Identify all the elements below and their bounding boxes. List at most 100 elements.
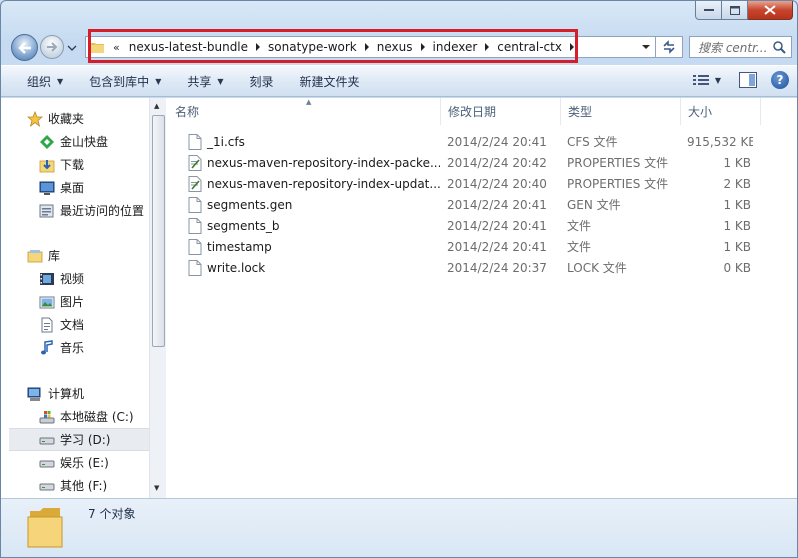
crumb-sonatype-work[interactable]: sonatype-work [264,40,361,54]
sidebar-item-drive-d[interactable]: 学习 (D:) [9,428,149,451]
computer-icon [27,386,43,402]
search-icon[interactable] [773,41,786,54]
crumb-nexus[interactable]: nexus [373,40,417,54]
sidebar-item-label: 文档 [60,318,85,332]
sidebar-item-drive-f[interactable]: 其他 (F:) [9,474,149,497]
search-input[interactable]: 搜索 centr... [689,36,792,58]
sidebar-item-kuaipan[interactable]: 金山快盘 [9,130,149,153]
close-button[interactable] [748,1,793,20]
file-row[interactable]: timestamp 2014/2/24 20:41 文件 1 KB [166,236,791,257]
file-rows: _1i.cfs 2014/2/24 20:41 CFS 文件 915,532 K… [166,131,791,278]
sidebar-item-favorites[interactable]: 收藏夹 [9,107,149,130]
crumb-separator-icon[interactable] [252,43,264,51]
file-row[interactable]: segments_b 2014/2/24 20:41 文件 1 KB [166,215,791,236]
address-dropdown-icon[interactable] [641,42,651,52]
sidebar-item-libraries[interactable]: 库 [9,244,149,267]
libraries-group: 库 视频 图片 文档 音乐 [9,244,149,359]
folder-icon [27,508,63,548]
share-button[interactable]: 共享 ▼ [171,65,233,97]
drive-icon [39,432,55,448]
crumb-separator-icon[interactable] [566,43,578,51]
crumb-nexus-latest-bundle[interactable]: nexus-latest-bundle [125,40,252,54]
navigation-pane: 收藏夹 金山快盘 下载 桌面 最近访问的位置 库 视频 图片 文档 音乐 计算机… [9,98,149,498]
search-placeholder: 搜索 centr... [698,40,768,55]
sidebar-item-drive-e[interactable]: 娱乐 (E:) [9,451,149,474]
sidebar-item-label: 桌面 [60,181,85,195]
file-size: 1 KB [723,155,751,170]
column-header-type[interactable]: 类型 [561,98,681,125]
organize-button[interactable]: 组织 ▼ [1,65,73,97]
sidebar-item-label: 最近访问的位置 [60,204,145,218]
sidebar-item-downloads[interactable]: 下载 [9,153,149,176]
burn-label: 刻录 [249,74,274,89]
sidebar-item-label: 收藏夹 [48,112,85,126]
maximize-icon [729,5,740,15]
computer-group: 计算机 本地磁盘 (C:) 学习 (D:) 娱乐 (E:) 其他 (F:) [9,382,149,497]
file-icon [188,259,202,276]
file-date: 2014/2/24 20:41 [447,134,547,149]
maximize-button[interactable] [722,1,748,20]
scroll-down-icon[interactable]: ▼ [154,484,159,492]
sort-ascending-icon: ▲ [306,98,312,106]
file-row[interactable]: _1i.cfs 2014/2/24 20:41 CFS 文件 915,532 K… [166,131,791,152]
close-icon [764,5,776,15]
sidebar-item-recent-places[interactable]: 最近访问的位置 [9,199,149,222]
scroll-up-icon[interactable]: ▲ [154,102,159,110]
file-icon [188,196,202,213]
sidebar-item-label: 视频 [60,272,85,286]
scrollbar-thumb[interactable] [152,115,165,347]
sidebar-item-desktop[interactable]: 桌面 [9,176,149,199]
file-row[interactable]: nexus-maven-repository-index-updat... 20… [166,173,791,194]
command-bar: 组织 ▼ 包含到库中 ▼ 共享 ▼ 刻录 新建文件夹 ▼ ? [1,65,797,97]
back-button[interactable] [11,34,38,61]
pictures-icon [39,294,55,310]
sidebar-item-label: 音乐 [60,341,85,355]
desktop-icon [39,180,55,196]
preview-pane-icon[interactable] [739,72,757,88]
sidebar-item-drive-c[interactable]: 本地磁盘 (C:) [9,405,149,428]
minimize-button[interactable] [695,1,722,20]
navigation-scrollbar[interactable]: ▲ ▼ [149,98,166,498]
file-type: 文件 [567,240,592,254]
file-date: 2014/2/24 20:41 [447,197,547,212]
system-drive-icon [39,409,55,425]
frame-right [791,98,797,498]
column-header-name[interactable]: 名称 ▲ [166,98,441,125]
crumb-central-ctx[interactable]: central-ctx [493,40,566,54]
address-bar[interactable]: « nexus-latest-bundle sonatype-work nexu… [85,36,656,58]
file-row[interactable]: nexus-maven-repository-index-packe... 20… [166,152,791,173]
file-row[interactable]: segments.gen 2014/2/24 20:41 GEN 文件 1 KB [166,194,791,215]
back-arrow-icon [17,41,31,54]
view-options-button[interactable]: ▼ [692,74,721,86]
crumb-separator-icon[interactable] [361,43,373,51]
new-folder-label: 新建文件夹 [299,74,360,89]
file-name: write.lock [207,260,266,275]
sidebar-item-computer[interactable]: 计算机 [9,382,149,405]
refresh-button[interactable] [656,36,683,58]
crumb-separator-icon[interactable] [417,43,429,51]
crumb-indexer[interactable]: indexer [429,40,482,54]
include-in-library-button[interactable]: 包含到库中 ▼ [73,65,171,97]
properties-file-icon [188,154,202,171]
file-size: 915,532 KB [687,134,753,149]
recent-pages-dropdown-icon[interactable] [67,44,77,52]
sidebar-item-documents[interactable]: 文档 [9,313,149,336]
forward-button[interactable] [40,35,64,59]
column-header-size[interactable]: 大小 [681,98,761,125]
sidebar-item-pictures[interactable]: 图片 [9,290,149,313]
column-type-label: 类型 [568,105,593,119]
address-overflow-chevron[interactable]: « [108,41,125,54]
file-row[interactable]: write.lock 2014/2/24 20:37 LOCK 文件 0 KB [166,257,791,278]
sidebar-item-videos[interactable]: 视频 [9,267,149,290]
help-icon[interactable]: ? [771,71,789,89]
column-header-date[interactable]: 修改日期 [441,98,561,125]
file-size: 0 KB [723,260,751,275]
burn-button[interactable]: 刻录 [234,65,284,97]
file-size: 1 KB [723,239,751,254]
new-folder-button[interactable]: 新建文件夹 [284,65,370,97]
frame-left [1,98,9,498]
sidebar-item-music[interactable]: 音乐 [9,336,149,359]
crumb-separator-icon[interactable] [481,43,493,51]
sidebar-item-label: 学习 (D:) [60,433,111,447]
file-icon [188,133,202,150]
